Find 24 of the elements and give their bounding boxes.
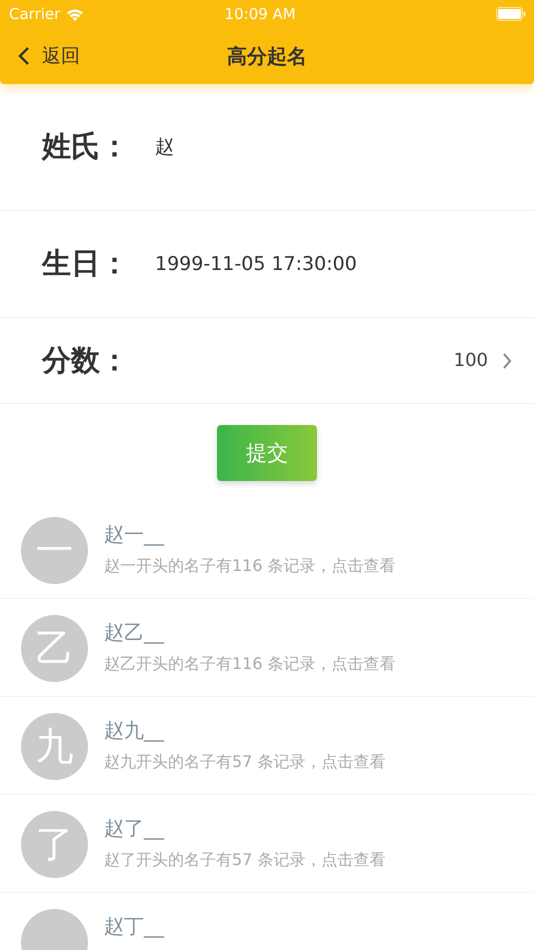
record-summary: 赵了开头的名子有57 条记录，点击查看: [104, 850, 386, 871]
record-summary: 赵一开头的名子有116 条记录，点击查看: [104, 556, 396, 577]
field-value[interactable]: 赵: [155, 134, 174, 160]
chevron-left-icon: [18, 46, 30, 66]
field-label: 分数：: [42, 342, 130, 378]
submit-button[interactable]: 提交: [217, 425, 317, 481]
field-value[interactable]: 1999-11-05 17:30:00: [155, 253, 357, 275]
field-label: 姓氏：: [42, 128, 130, 165]
back-button[interactable]: 返回: [0, 43, 80, 69]
wifi-icon: [66, 8, 84, 20]
name-title[interactable]: 赵丁__: [104, 913, 164, 940]
score-value[interactable]: 100: [454, 350, 488, 371]
status-time: 10:09 AM: [224, 5, 297, 23]
name-title[interactable]: 赵乙__: [104, 619, 396, 646]
chevron-right-icon[interactable]: [502, 352, 512, 370]
name-title[interactable]: 赵一__: [104, 521, 396, 548]
record-summary: 赵乙开头的名子有116 条记录，点击查看: [104, 654, 396, 675]
battery-icon: [496, 7, 526, 21]
name-title[interactable]: 赵了__: [104, 815, 386, 842]
field-label: 生日：: [42, 245, 130, 282]
name-title[interactable]: 赵九__: [104, 717, 386, 744]
record-summary: 赵九开头的名子有57 条记录，点击查看: [104, 752, 386, 773]
page-title: 高分起名: [227, 42, 307, 70]
carrier-label: Carrier: [9, 5, 60, 23]
